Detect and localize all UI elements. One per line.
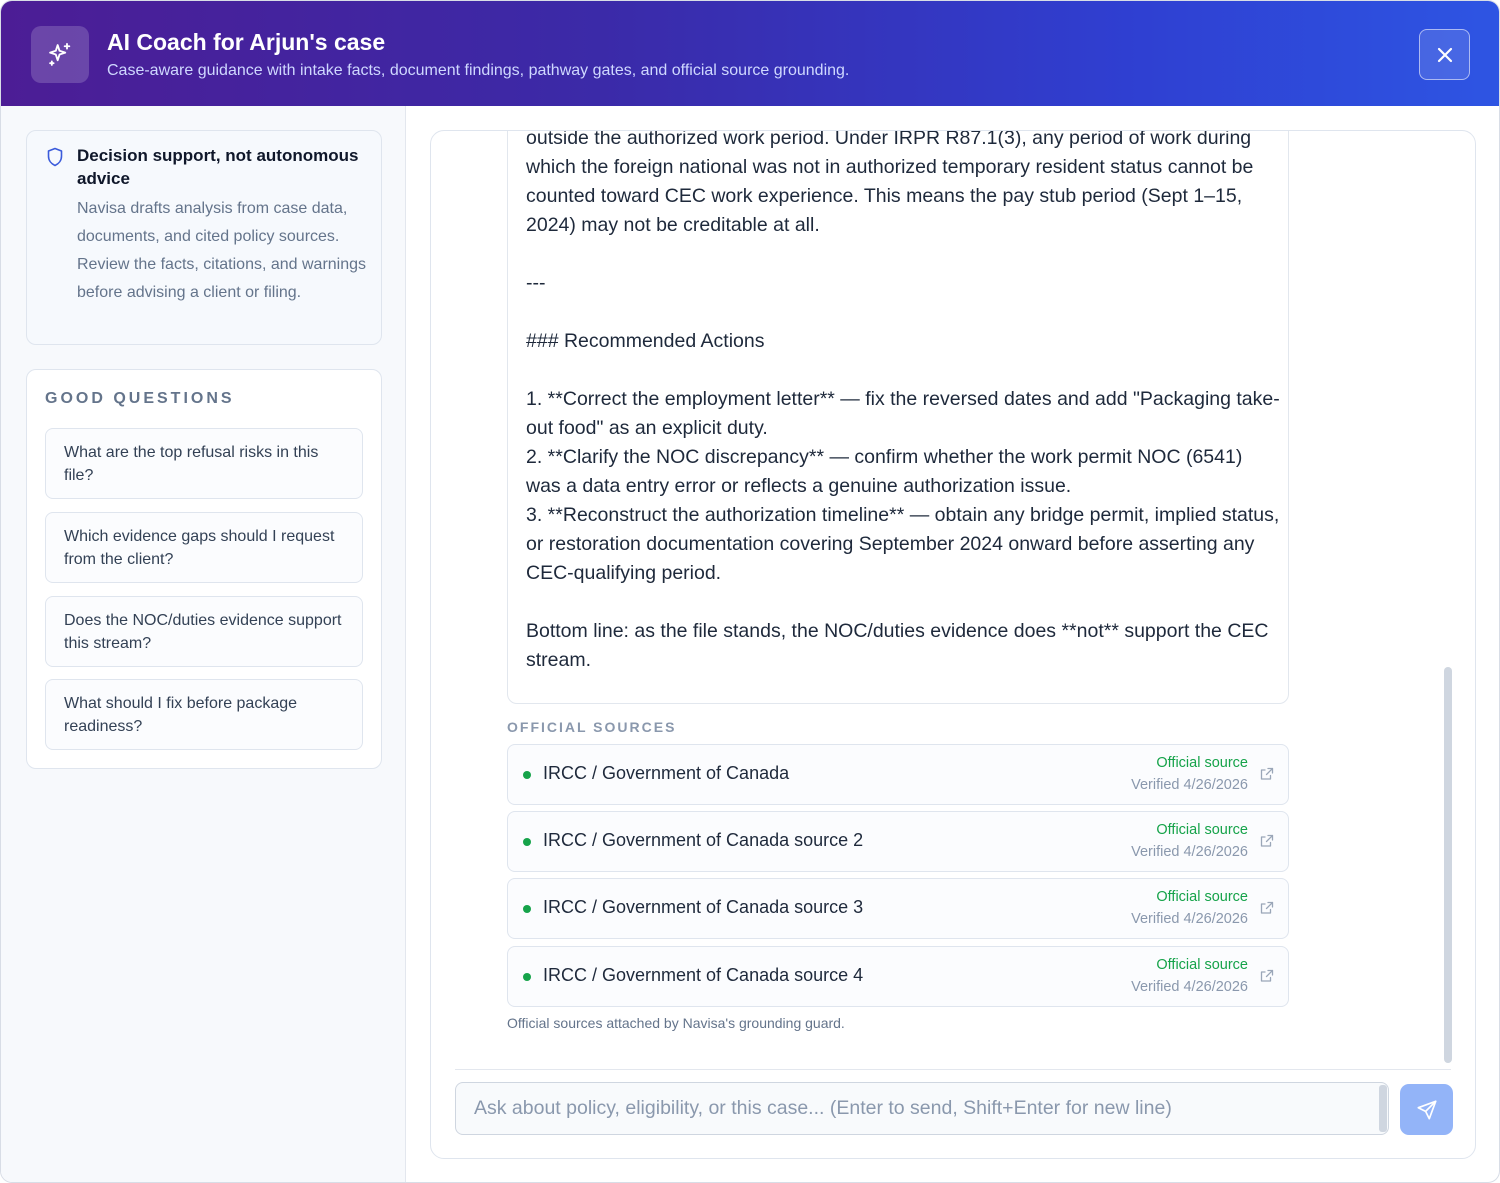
external-link-icon <box>1260 901 1274 914</box>
send-icon <box>1416 1099 1437 1120</box>
decision-support-notice: Decision support, not autonomous advice … <box>26 130 382 345</box>
question-button[interactable]: What are the top refusal risks in this f… <box>45 428 363 499</box>
official-sources-heading: OFFICIAL SOURCES <box>507 719 677 735</box>
external-link-icon <box>1260 969 1274 982</box>
official-source-link[interactable]: IRCC / Government of Canada source 2 Off… <box>507 811 1289 872</box>
send-button[interactable] <box>1400 1084 1453 1135</box>
official-source-link[interactable]: IRCC / Government of Canada Official sou… <box>507 744 1289 805</box>
question-button[interactable]: What should I fix before package readine… <box>45 679 363 750</box>
question-button[interactable]: Does the NOC/duties evidence support thi… <box>45 596 363 667</box>
sidebar: Decision support, not autonomous advice … <box>1 106 406 1182</box>
external-link-icon <box>1260 834 1274 847</box>
source-status: Official source <box>1156 755 1248 771</box>
source-verified-date: Verified 4/26/2026 <box>1131 911 1248 927</box>
dialog-header: AI Coach for Arjun's case Case-aware gui… <box>1 1 1499 106</box>
source-status: Official source <box>1156 957 1248 973</box>
chat-scrollbar[interactable] <box>1444 667 1452 1063</box>
official-source-link[interactable]: IRCC / Government of Canada source 4 Off… <box>507 946 1289 1007</box>
status-dot <box>523 771 531 779</box>
source-verified-date: Verified 4/26/2026 <box>1131 844 1248 860</box>
dialog-title: AI Coach for Arjun's case <box>107 29 386 55</box>
source-verified-date: Verified 4/26/2026 <box>1131 979 1248 995</box>
source-status: Official source <box>1156 822 1248 838</box>
sparkles-icon <box>31 26 89 83</box>
notice-body: Navisa drafts analysis from case data, d… <box>77 200 367 301</box>
source-status: Official source <box>1156 889 1248 905</box>
source-verified-date: Verified 4/26/2026 <box>1131 777 1248 793</box>
external-link-icon <box>1260 767 1274 780</box>
chat-panel: outside the authorized work period. Unde… <box>430 130 1476 1159</box>
status-dot <box>523 838 531 846</box>
assistant-message: outside the authorized work period. Unde… <box>507 130 1289 704</box>
good-questions-panel: GOOD QUESTIONS What are the top refusal … <box>26 369 382 769</box>
source-name: IRCC / Government of Canada source 2 <box>543 830 864 850</box>
status-dot <box>523 973 531 981</box>
close-button[interactable] <box>1419 29 1470 80</box>
chat-input[interactable] <box>455 1082 1389 1135</box>
assistant-message-text: outside the authorized work period. Unde… <box>526 130 1280 671</box>
close-icon <box>1437 47 1452 62</box>
question-button[interactable]: Which evidence gaps should I request fro… <box>45 512 363 583</box>
good-questions-heading: GOOD QUESTIONS <box>45 390 235 407</box>
status-dot <box>523 905 531 913</box>
source-name: IRCC / Government of Canada <box>543 763 790 783</box>
ai-coach-dialog: AI Coach for Arjun's case Case-aware gui… <box>0 0 1500 1183</box>
source-name: IRCC / Government of Canada source 4 <box>543 965 864 985</box>
source-name: IRCC / Government of Canada source 3 <box>543 897 864 917</box>
sources-footnote: Official sources attached by Navisa's gr… <box>507 1015 845 1031</box>
shield-icon <box>47 147 63 167</box>
official-source-link[interactable]: IRCC / Government of Canada source 3 Off… <box>507 878 1289 939</box>
dialog-subtitle: Case-aware guidance with intake facts, d… <box>107 62 850 79</box>
composer-divider <box>455 1069 1451 1070</box>
input-resize-handle[interactable] <box>1379 1085 1387 1132</box>
notice-title: Decision support, not autonomous advice <box>77 146 359 188</box>
